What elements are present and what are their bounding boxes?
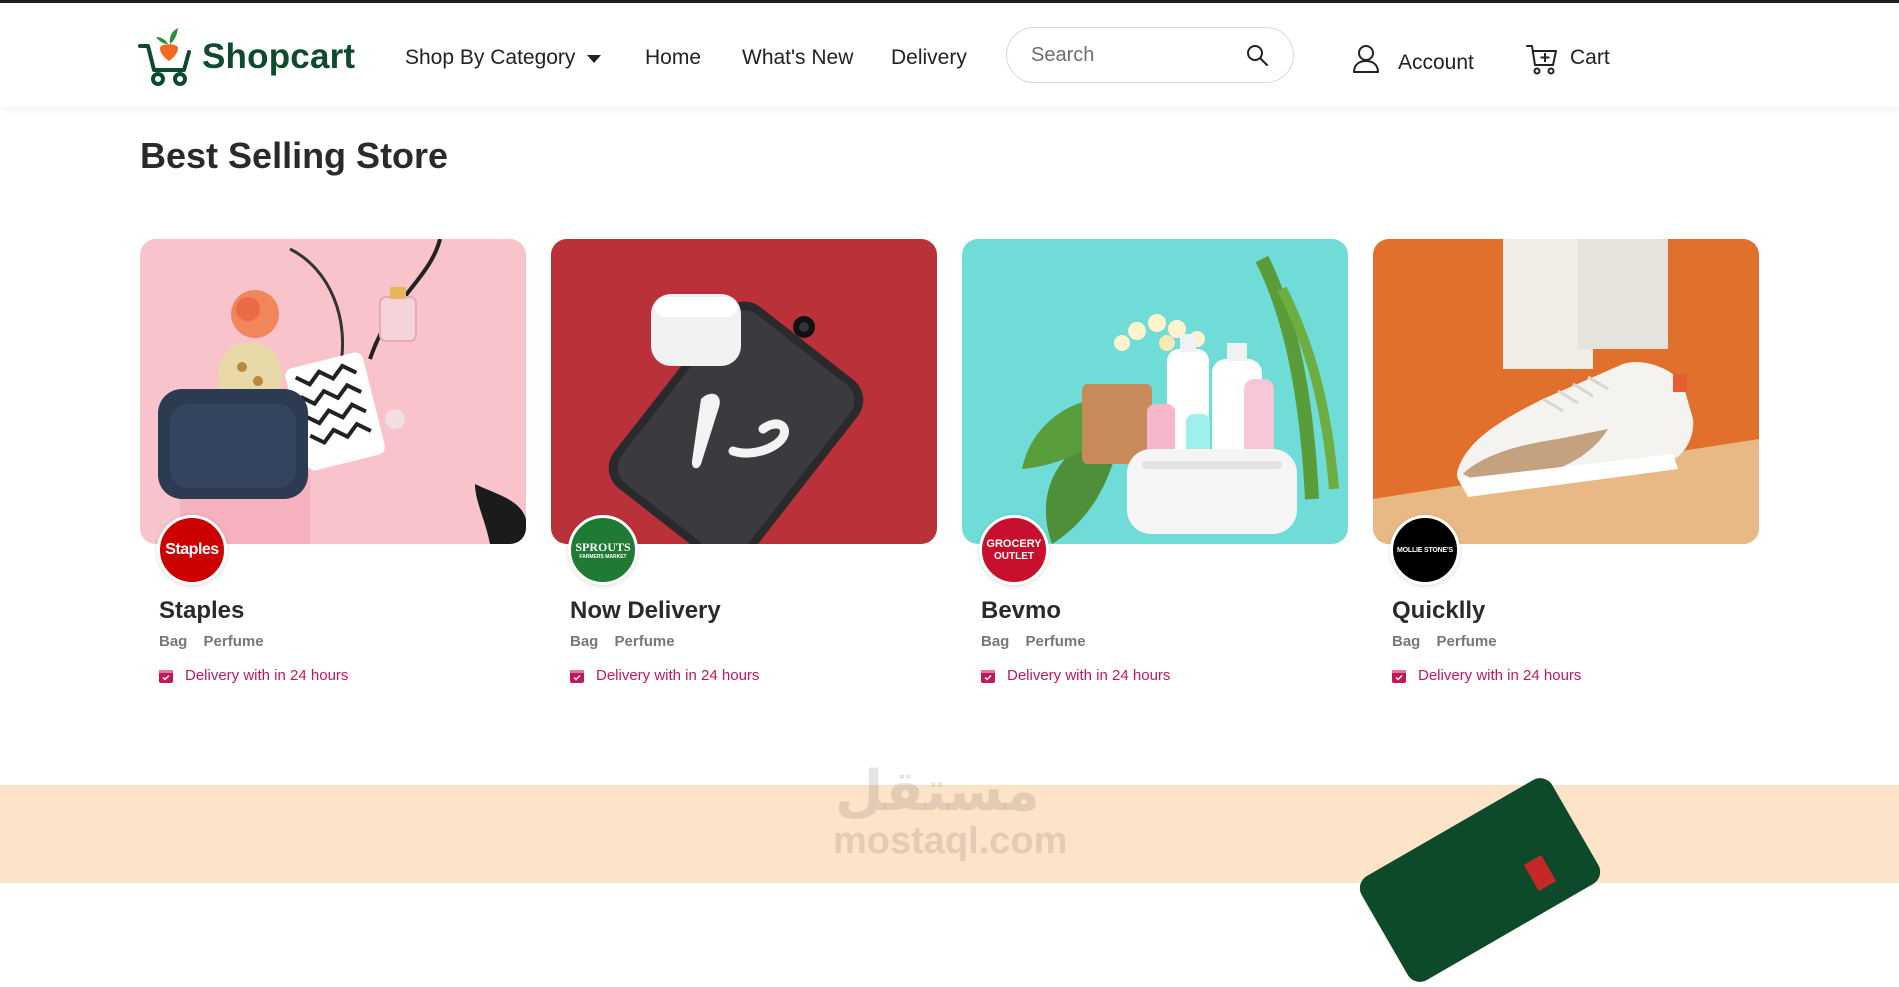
store-tags: Bag Perfume <box>159 633 264 650</box>
store-name[interactable]: Now Delivery <box>570 597 721 625</box>
delivery-info: Delivery with in 24 hours <box>1392 667 1581 684</box>
nav-home-link[interactable]: Home <box>645 46 701 70</box>
search-input[interactable]: Search <box>1006 27 1294 83</box>
tag-bag[interactable]: Bag <box>1392 633 1420 650</box>
delivery-text: Delivery with in 24 hours <box>596 667 760 684</box>
section-title: Best Selling Store <box>140 135 449 176</box>
store-logo-staples: Staples <box>157 515 227 585</box>
tag-bag[interactable]: Bag <box>570 633 598 650</box>
account-label: Account <box>1398 51 1474 74</box>
cart-icon <box>1526 45 1557 75</box>
store-image-bag-perfume <box>140 239 526 544</box>
store-card-staples[interactable]: Staples Staples Bag Perfume Delivery wit… <box>140 239 526 699</box>
delivery-info: Delivery with in 24 hours <box>570 667 759 684</box>
calendar-icon <box>981 669 995 683</box>
tag-perfume[interactable]: Perfume <box>1026 633 1086 650</box>
store-name[interactable]: Bevmo <box>981 597 1061 625</box>
store-tags: Bag Perfume <box>570 633 675 650</box>
delivery-info: Delivery with in 24 hours <box>981 667 1170 684</box>
store-name[interactable]: Quicklly <box>1392 597 1485 625</box>
tag-perfume[interactable]: Perfume <box>615 633 675 650</box>
brand-name: Shopcart <box>202 37 356 76</box>
store-logo-mollie-stones: MOLLIE STONE'S <box>1390 515 1460 585</box>
user-icon <box>1353 45 1379 73</box>
search-placeholder: Search <box>1031 44 1095 66</box>
delivery-text: Delivery with in 24 hours <box>1418 667 1582 684</box>
cart-button[interactable]: Cart <box>1526 43 1610 75</box>
tag-perfume[interactable]: Perfume <box>1437 633 1497 650</box>
store-tags: Bag Perfume <box>1392 633 1497 650</box>
cart-logo-icon <box>138 28 191 86</box>
store-card-quicklly[interactable]: MOLLIE STONE'S Quicklly Bag Perfume Deli… <box>1373 239 1759 699</box>
watermark-latin: mostaql.com <box>833 820 1068 862</box>
cart-label: Cart <box>1570 46 1610 69</box>
calendar-icon <box>570 669 584 683</box>
store-tags: Bag Perfume <box>981 633 1086 650</box>
store-image-toiletries <box>962 239 1348 544</box>
nav-delivery-link[interactable]: Delivery <box>891 46 967 70</box>
watermark-arabic: مستقل <box>835 759 1040 822</box>
delivery-info: Delivery with in 24 hours <box>159 667 348 684</box>
account-button[interactable]: Account <box>1352 43 1474 75</box>
shop-by-category-dropdown[interactable]: Shop By Category <box>405 46 602 70</box>
store-card-now-delivery[interactable]: SPROUTS FARMERS MARKET Now Delivery Bag … <box>551 239 937 699</box>
tag-perfume[interactable]: Perfume <box>204 633 264 650</box>
delivery-text: Delivery with in 24 hours <box>1007 667 1171 684</box>
nav-whats-new-link[interactable]: What's New <box>742 46 853 70</box>
store-image-sneakers <box>1373 239 1759 544</box>
brand-logo[interactable]: Shopcart <box>138 27 355 87</box>
store-image-phone-earbuds <box>551 239 937 544</box>
tag-bag[interactable]: Bag <box>159 633 187 650</box>
search-icon[interactable] <box>1245 43 1269 67</box>
store-name[interactable]: Staples <box>159 597 244 625</box>
site-header: Shopcart Shop By Category Home What's Ne… <box>0 3 1899 107</box>
calendar-icon <box>1392 669 1406 683</box>
store-logo-sprouts: SPROUTS FARMERS MARKET <box>568 515 638 585</box>
delivery-text: Delivery with in 24 hours <box>185 667 349 684</box>
store-logo-grocery-outlet: GROCERY OUTLET <box>979 515 1049 585</box>
calendar-icon <box>159 669 173 683</box>
tag-bag[interactable]: Bag <box>981 633 1009 650</box>
caret-down-icon <box>587 55 602 63</box>
store-card-bevmo[interactable]: GROCERY OUTLET Bevmo Bag Perfume Deliver… <box>962 239 1348 699</box>
shop-by-category-label: Shop By Category <box>405 46 576 69</box>
